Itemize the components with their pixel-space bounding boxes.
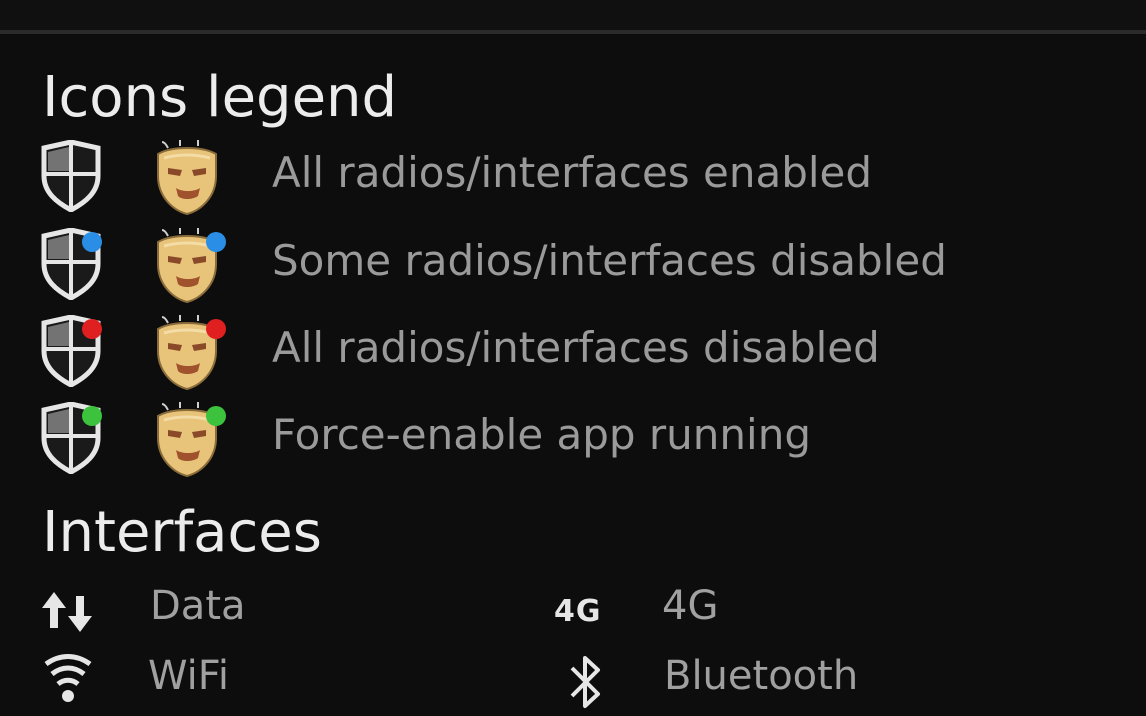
legend-row-partial: Some radios/interfaces disabled (0, 228, 1146, 308)
status-dot-icon (82, 232, 102, 252)
legend-label: Force-enable app running (272, 410, 811, 459)
interface-label: Bluetooth (664, 653, 859, 699)
status-dot-icon (206, 232, 226, 252)
mask-icon (157, 315, 226, 391)
interface-item-data: Data (36, 582, 436, 642)
legend-row-forced: Force-enable app running (0, 402, 1146, 482)
wifi-icon (44, 654, 92, 702)
interface-item-wifi: WiFi (36, 652, 436, 712)
legend-label: Some radios/interfaces disabled (272, 236, 947, 285)
legend-row-disabled: All radios/interfaces disabled (0, 315, 1146, 395)
mask-icon (157, 140, 217, 216)
interface-item-4g: 4G 4G (554, 582, 954, 642)
interface-label: WiFi (148, 653, 229, 699)
shield-icon (41, 140, 101, 212)
status-dot-icon (206, 406, 226, 426)
legend-label: All radios/interfaces enabled (272, 148, 873, 197)
shield-icon (41, 228, 102, 300)
icons-legend-heading: Icons legend (42, 65, 398, 130)
status-dot-icon (206, 319, 226, 339)
shield-icon (41, 315, 102, 387)
legend-label: All radios/interfaces disabled (272, 323, 880, 372)
status-dot-icon (82, 406, 102, 426)
bluetooth-icon (570, 656, 600, 708)
data-arrows-icon (42, 592, 92, 632)
shield-icon (41, 402, 102, 474)
interface-label: 4G (662, 583, 719, 629)
legend-row-enabled: All radios/interfaces enabled (0, 140, 1146, 220)
mask-icon (157, 228, 226, 304)
4g-icon: 4G (554, 594, 602, 629)
interfaces-heading: Interfaces (42, 500, 322, 565)
mask-icon (157, 402, 226, 478)
header-divider (0, 30, 1146, 34)
top-bar (0, 0, 1146, 30)
interface-item-bluetooth: Bluetooth (554, 652, 954, 712)
interface-label: Data (150, 583, 246, 629)
status-dot-icon (82, 319, 102, 339)
